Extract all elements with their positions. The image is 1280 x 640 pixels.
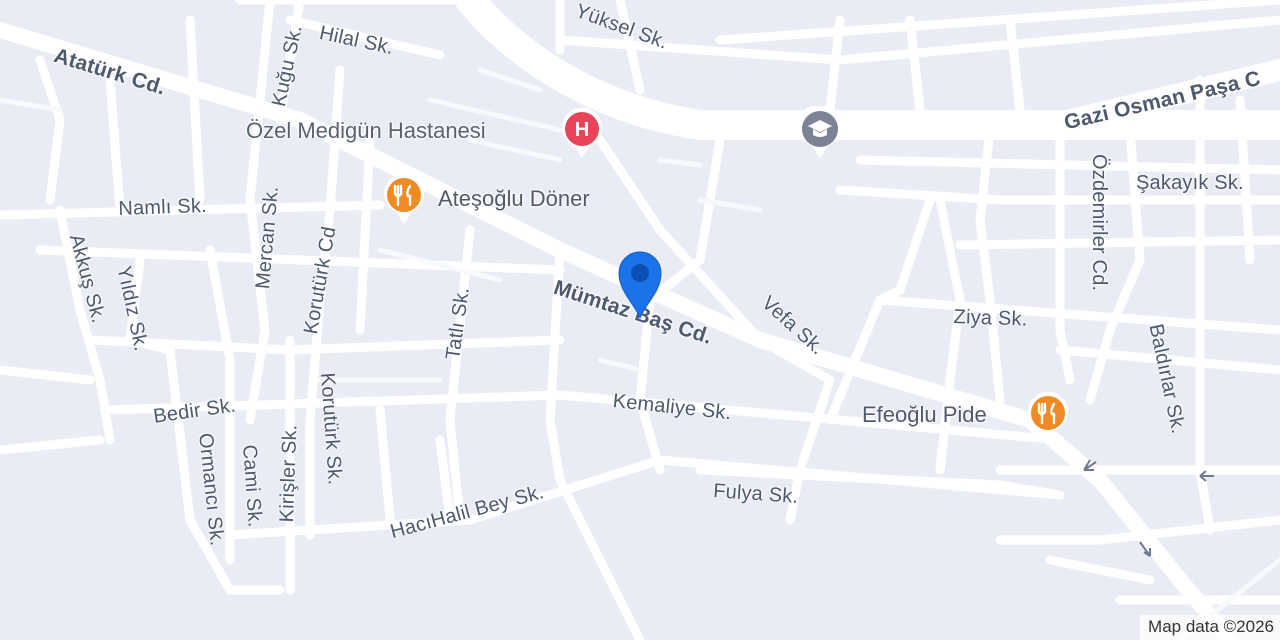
street-label-namli: Namlı Sk. bbox=[118, 194, 208, 220]
location-pin-icon[interactable] bbox=[613, 246, 667, 327]
map-canvas[interactable]: Atatürk Cd. Hilal Sk. Kuğu Sk. Yüksel Sk… bbox=[0, 0, 1280, 640]
poi-label-doner[interactable]: Ateşoğlu Döner bbox=[438, 186, 590, 212]
school-icon[interactable] bbox=[796, 103, 844, 165]
restaurant-icon[interactable] bbox=[382, 173, 426, 231]
street-label-ziya: Ziya Sk. bbox=[953, 306, 1028, 331]
map-attribution: Map data ©2026 bbox=[1140, 615, 1280, 640]
poi-label-pide[interactable]: Efeoğlu Pide bbox=[862, 402, 987, 428]
street-label-kirisler: Kirişler Sk. bbox=[276, 424, 302, 523]
street-label-sakayik: Şakayık Sk. bbox=[1136, 172, 1244, 194]
restaurant-icon[interactable] bbox=[1026, 391, 1070, 449]
hospital-icon[interactable]: H bbox=[560, 107, 604, 165]
svg-text:H: H bbox=[575, 119, 589, 141]
poi-label-hospital[interactable]: Özel Medigün Hastanesi bbox=[246, 118, 486, 144]
street-label-ozdemirler: Özdemirler Cd. bbox=[1088, 154, 1110, 292]
